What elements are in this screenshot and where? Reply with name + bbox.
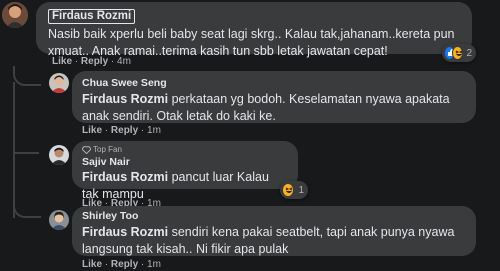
reply-link[interactable]: Reply bbox=[81, 56, 108, 67]
like-link[interactable]: Like bbox=[82, 125, 102, 136]
comment-author[interactable]: Sajiv Nair bbox=[82, 156, 288, 168]
reaction-summary[interactable]: 1 bbox=[280, 181, 308, 199]
comment-text: Firdaus Rozmi perkataan yg bodoh. Kesela… bbox=[82, 92, 450, 123]
avatar-image bbox=[49, 73, 69, 93]
reaction-summary[interactable]: 2 bbox=[442, 44, 476, 62]
thread-line bbox=[13, 66, 41, 86]
avatar-image bbox=[49, 210, 69, 230]
mention-tag[interactable]: Firdaus Rozmi bbox=[82, 225, 168, 239]
reply-bubble: Top Fan Sajiv Nair Firdaus Rozmi pancut … bbox=[72, 141, 298, 201]
haha-icon bbox=[452, 46, 464, 60]
avatar[interactable] bbox=[49, 210, 69, 230]
reply-bubble: Shirley Too Firdaus Rozmi sendiri kena p… bbox=[72, 206, 476, 256]
mention-tag[interactable]: Firdaus Rozmi bbox=[82, 170, 168, 184]
reaction-count: 2 bbox=[466, 47, 472, 59]
thread-line bbox=[13, 200, 41, 218]
haha-icon bbox=[282, 183, 295, 197]
diamond-icon bbox=[82, 146, 91, 154]
comment-text: Nasib baik xperlu beli baby seat lagi sk… bbox=[48, 27, 455, 58]
reply-link[interactable]: Reply bbox=[111, 125, 138, 136]
mention-tag[interactable]: Firdaus Rozmi bbox=[82, 92, 168, 106]
comment-actions: Like · Reply · 1m bbox=[82, 259, 161, 270]
like-link[interactable]: Like bbox=[52, 56, 72, 67]
reaction-count: 1 bbox=[298, 184, 304, 196]
comment-author[interactable]: Shirley Too bbox=[82, 210, 466, 222]
avatar[interactable] bbox=[49, 73, 69, 93]
reply-link[interactable]: Reply bbox=[111, 259, 138, 270]
thread-line bbox=[13, 136, 39, 154]
like-link[interactable]: Like bbox=[82, 259, 102, 270]
comment-bubble: Firdaus Rozmi Nasib baik xperlu beli bab… bbox=[36, 2, 472, 58]
reply-bubble: Chua Swee Seng Firdaus Rozmi perkataan y… bbox=[72, 71, 476, 123]
avatar-image bbox=[49, 145, 69, 165]
comment-author[interactable]: Firdaus Rozmi bbox=[48, 9, 136, 24]
comment-actions: Like · Reply · 4m bbox=[52, 56, 131, 67]
avatar[interactable] bbox=[49, 145, 69, 165]
timestamp[interactable]: 4m bbox=[117, 56, 131, 67]
timestamp[interactable]: 1m bbox=[147, 125, 161, 136]
top-fan-badge: Top Fan bbox=[82, 145, 288, 154]
avatar[interactable] bbox=[2, 2, 28, 28]
comment-text: Firdaus Rozmi sendiri kena pakai seatbel… bbox=[82, 225, 455, 256]
comment-author[interactable]: Chua Swee Seng bbox=[82, 77, 466, 89]
avatar-image bbox=[2, 2, 28, 28]
comment-actions: Like · Reply · 1m bbox=[82, 125, 161, 136]
timestamp[interactable]: 1m bbox=[147, 259, 161, 270]
